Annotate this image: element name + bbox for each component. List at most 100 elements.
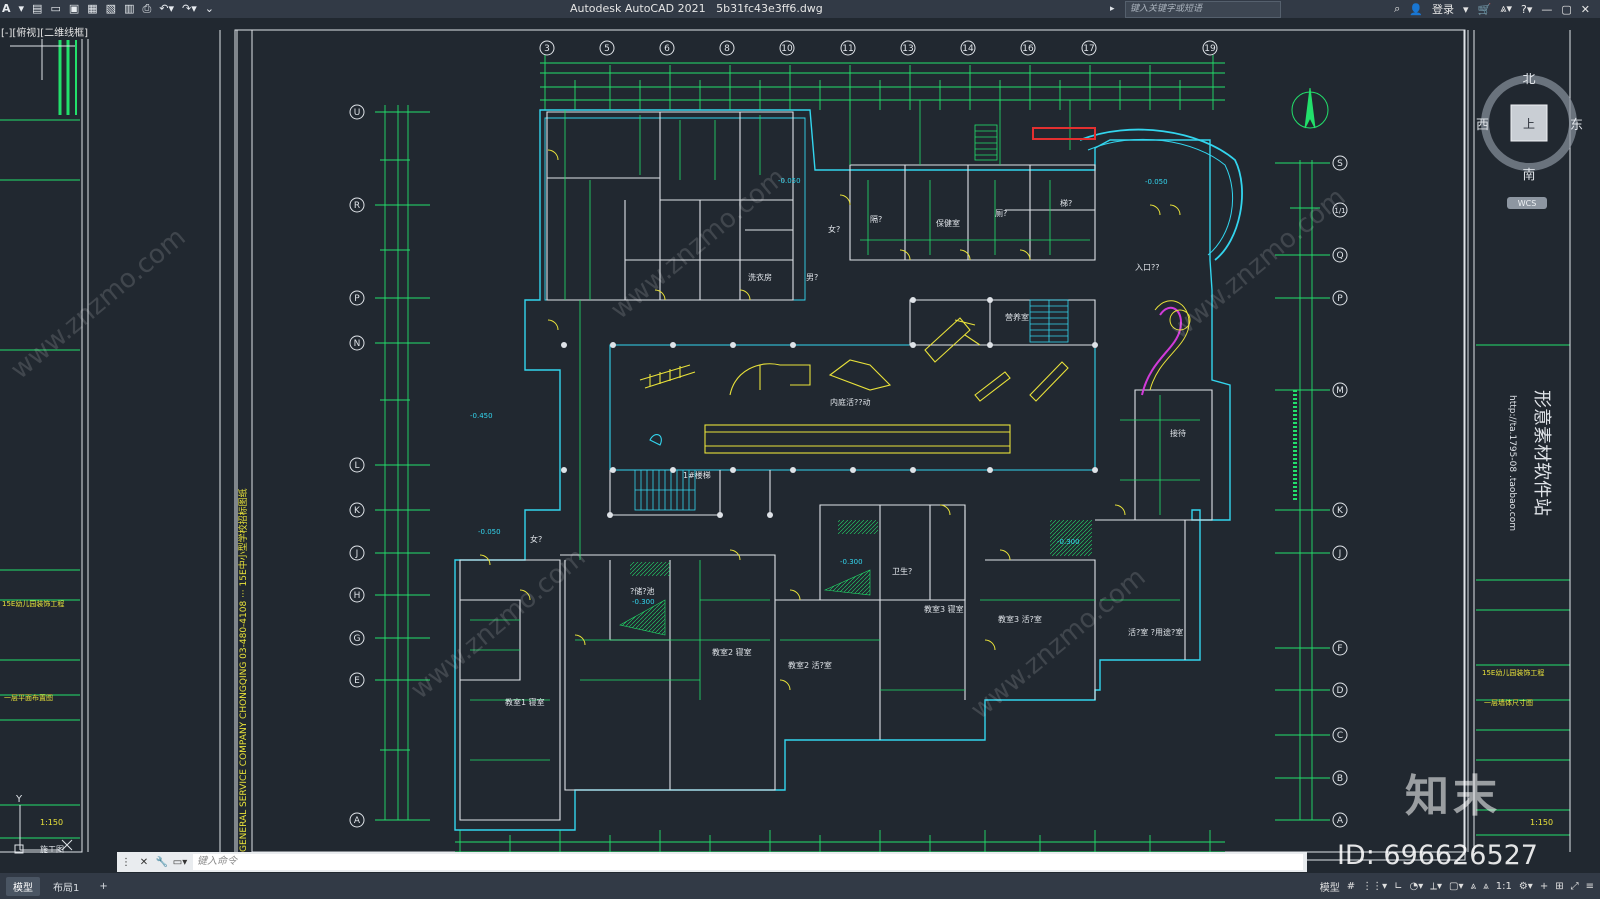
right-sheet-drawing: 一层墙体尺寸图 — [1484, 698, 1533, 707]
room-label: 保健室 — [936, 218, 960, 228]
close-button[interactable]: ✕ — [1581, 3, 1590, 16]
save-as-icon[interactable]: ▦ — [87, 0, 97, 18]
left-sheet-mark: 施工图 — [40, 844, 64, 854]
room-label: 教室2 活?室 — [788, 660, 832, 670]
room-label: 1#楼梯 — [683, 470, 711, 480]
grid-label-top-9: 17 — [1083, 44, 1094, 54]
new-file-icon[interactable]: ▤ — [32, 0, 42, 18]
left-sheet-project: 15E幼儿园装饰工程 — [2, 599, 64, 608]
close-icon[interactable]: ✕ — [135, 857, 153, 868]
a360-icon[interactable]: ⩓▾ — [1500, 2, 1512, 16]
cart-icon[interactable]: 🛒 — [1478, 3, 1492, 16]
publish-icon[interactable]: ▧ — [106, 0, 116, 18]
grid-label-left-8: G — [354, 634, 361, 644]
compass-north[interactable]: 北 — [1522, 72, 1535, 87]
level-dim: -0.300 — [632, 598, 655, 606]
svg-text:www.znzmo.com: www.znzmo.com — [605, 162, 791, 325]
viewcube-top-label[interactable]: 上 — [1523, 117, 1535, 131]
add-layout-button[interactable]: + — [92, 879, 114, 894]
search-icon[interactable]: ⌕ — [1394, 2, 1400, 16]
model-space-button[interactable]: 模型 — [1320, 879, 1340, 894]
annotation-icon[interactable]: ⩓ — [1470, 881, 1476, 892]
save-icon[interactable]: ▣ — [69, 0, 79, 18]
grid-icon[interactable]: # — [1347, 881, 1355, 892]
object-snap-icon[interactable]: ▢▾ — [1449, 881, 1463, 892]
login-button[interactable]: 登录 — [1432, 1, 1454, 17]
gear-icon[interactable]: ⚙▾ — [1519, 881, 1533, 892]
plot-icon[interactable]: ▥ — [124, 0, 134, 18]
planter-hatch — [630, 562, 670, 576]
isodraft-icon[interactable]: ⟂▾ — [1430, 881, 1442, 892]
wcs-label[interactable]: WCS — [1518, 199, 1537, 208]
interior-walls — [459, 111, 1213, 821]
redo-icon[interactable]: ↷▾ — [182, 0, 197, 18]
level-dim: -0.300 — [840, 558, 863, 566]
grid-label-right-8: D — [1337, 686, 1344, 696]
compass-west[interactable]: 西 — [1476, 118, 1489, 133]
open-folder-icon[interactable]: ▭ — [50, 0, 60, 18]
expand-arrow-icon[interactable]: ▸ — [1110, 0, 1115, 18]
tab-layout1[interactable]: 布局1 — [46, 877, 86, 896]
status-tray: 模型 # ⋮⋮▾ ∟ ◔▾ ⟂▾ ▢▾ ⩓ ⩓ 1:1 ⚙▾ + ⊞ ⤢ ≡ — [1320, 873, 1594, 899]
fullscreen-icon[interactable]: ⤢ — [1571, 881, 1579, 892]
right-stamp-text: 形意素材软件站 — [1531, 390, 1552, 516]
search-input[interactable]: 键入关键字或短语 — [1125, 1, 1281, 18]
brand-watermark: 知末 — [1405, 771, 1501, 822]
user-icon[interactable]: 👤 — [1409, 3, 1423, 16]
room-label: 卫生? — [892, 566, 912, 576]
grid-label-left-5: K — [354, 506, 361, 516]
grid-label-top-7: 14 — [962, 44, 974, 54]
planter-hatch — [838, 520, 878, 534]
drawing-canvas[interactable]: 15E幼儿园装饰工程 一层平面布置图 1:150 施工图 Y GENERAL S… — [0, 18, 1600, 873]
polar-icon[interactable]: ◔▾ — [1410, 881, 1424, 892]
left-dimensions — [375, 105, 430, 821]
stair-symbols — [634, 124, 1069, 511]
grid-label-top-5: 11 — [842, 44, 853, 54]
planter-hatch — [823, 569, 871, 596]
customize-icon[interactable]: ⌄ — [205, 0, 214, 18]
left-sheet-border — [0, 29, 221, 853]
room-label: 男? — [806, 273, 818, 282]
room-label: 营养室 — [1005, 312, 1029, 322]
grid-label-left-10: A — [354, 816, 361, 826]
column-nodes — [561, 297, 1098, 518]
grid-label-left-7: H — [354, 591, 361, 601]
grip-icon[interactable]: ⋮ — [117, 857, 135, 868]
units-icon[interactable]: ⊞ — [1555, 881, 1563, 892]
plus-icon[interactable]: + — [1540, 881, 1548, 892]
svg-text:www.znzmo.com: www.znzmo.com — [405, 542, 591, 705]
ortho-icon[interactable]: ∟ — [1394, 881, 1402, 892]
grid-label-right-0: S — [1337, 159, 1343, 169]
command-input[interactable]: 键入命令 — [193, 854, 1303, 870]
drawing-svg: 15E幼儿园装饰工程 一层平面布置图 1:150 施工图 Y GENERAL S… — [0, 29, 1571, 861]
chevron-down-icon[interactable]: ▾ — [1463, 3, 1469, 16]
command-history-icon[interactable]: ▭▾ — [171, 857, 189, 868]
grid-label-right-2: Q — [1336, 251, 1343, 261]
room-label: 入口?? — [1135, 263, 1160, 272]
viewcube[interactable]: 北 南 西 东 上 WCS — [1474, 72, 1584, 263]
level-dim: -0.050 — [478, 528, 501, 536]
help-icon[interactable]: ?▾ — [1521, 3, 1532, 16]
compass-east[interactable]: 东 — [1570, 118, 1583, 133]
scale-value[interactable]: 1:1 — [1496, 881, 1512, 892]
snap-icon[interactable]: ⋮⋮▾ — [1362, 881, 1387, 892]
level-dim: -0.050 — [1145, 178, 1168, 186]
tab-model[interactable]: 模型 — [6, 876, 40, 896]
annotation-scale-icon[interactable]: ⩓ — [1483, 881, 1489, 892]
maximize-button[interactable]: ▢ — [1561, 3, 1571, 16]
grid-label-top-0: 3 — [544, 44, 550, 54]
minimize-button[interactable]: — — [1541, 3, 1552, 16]
autocad-logo-icon[interactable]: A — [2, 0, 11, 18]
undo-icon[interactable]: ↶▾ — [159, 0, 174, 18]
room-label: 教室3 活?室 — [998, 614, 1042, 624]
grid-label-right-11: A — [1337, 816, 1344, 826]
viewport-controls[interactable]: [-][俯视][二维线框] — [0, 24, 90, 39]
compass-south[interactable]: 南 — [1522, 167, 1535, 183]
dropdown-icon[interactable]: ▾ — [19, 0, 25, 18]
status-bar: 模型 布局1 + 模型 # ⋮⋮▾ ∟ ◔▾ ⟂▾ ▢▾ ⩓ ⩓ 1:1 ⚙▾ … — [0, 873, 1600, 899]
window-title: Autodesk AutoCAD 2021 5b31fc43e3ff6.dwg — [570, 2, 823, 15]
print-icon[interactable]: ⎙ — [142, 0, 151, 18]
grid-label-top-8: 16 — [1022, 44, 1034, 54]
wrench-icon[interactable]: 🔧 — [153, 857, 171, 868]
menu-icon[interactable]: ≡ — [1586, 881, 1594, 892]
